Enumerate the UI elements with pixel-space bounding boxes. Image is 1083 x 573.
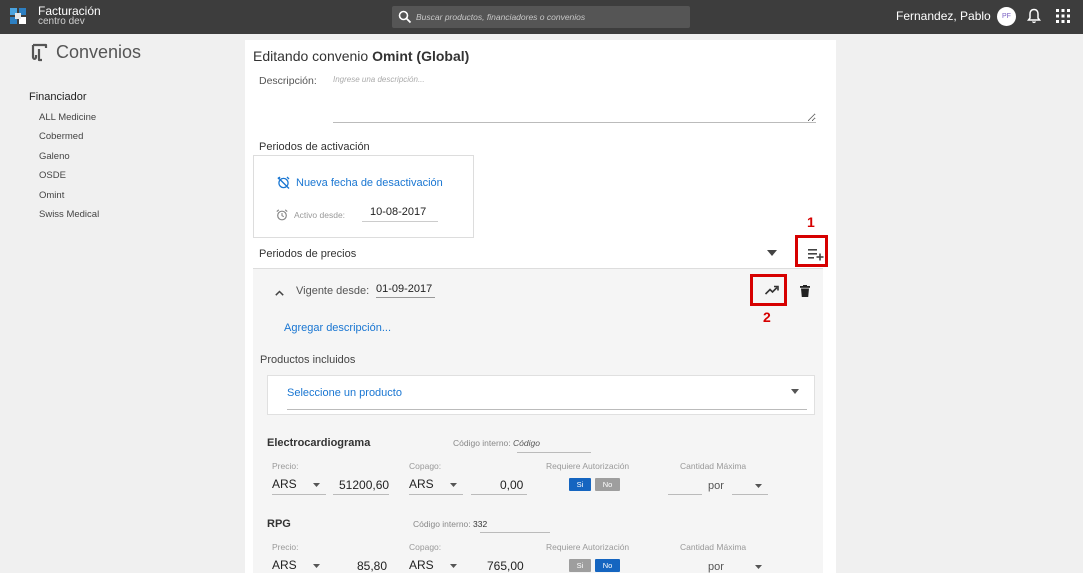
- copago-underline: [471, 494, 527, 495]
- autorizacion-label: Requiere Autorización: [546, 542, 630, 552]
- financiador-item[interactable]: Omint: [39, 188, 99, 207]
- prices-heading: Periodos de precios: [259, 248, 357, 260]
- title-convenio-name: Omint (Global): [372, 48, 470, 64]
- new-deactivation-label: Nueva fecha de desactivación: [296, 176, 443, 189]
- copago-currency-select[interactable]: ARS: [409, 477, 434, 491]
- price-period-panel: Vigente desde: 01-09-2017 2 Agregar desc…: [253, 268, 823, 573]
- por-label: por: [708, 561, 724, 573]
- search-box[interactable]: [392, 6, 690, 28]
- financiador-item[interactable]: Galeno: [39, 149, 99, 168]
- cantidad-label: Cantidad Máxima: [680, 542, 747, 552]
- financiador-item[interactable]: Cobermed: [39, 129, 99, 148]
- por-label: por: [708, 480, 724, 492]
- chevron-down-icon: [791, 389, 799, 394]
- product-select[interactable]: Seleccione un producto: [267, 375, 815, 415]
- user-name[interactable]: Fernandez, Pablo: [896, 9, 991, 23]
- sidebar-title-text: Convenios: [56, 42, 142, 62]
- codigo-label-text: Código interno:: [453, 438, 511, 448]
- financiador-item[interactable]: Swiss Medical: [39, 207, 99, 226]
- search-icon: [398, 10, 412, 24]
- productos-heading: Productos incluidos: [260, 354, 356, 366]
- vigente-date-field[interactable]: 01-09-2017: [376, 283, 436, 298]
- cantidad-underline: [668, 494, 702, 495]
- app-logo-icon[interactable]: [10, 8, 26, 24]
- codigo-label-text: Código interno:: [413, 519, 471, 529]
- activo-date-field[interactable]: 10-08-2017: [362, 206, 438, 222]
- apps-grid-icon[interactable]: [1056, 9, 1070, 23]
- product-select-placeholder: Seleccione un producto: [287, 387, 402, 399]
- vigente-label: Vigente desde:: [296, 285, 370, 297]
- copago-currency-underline: [409, 494, 463, 495]
- app-subtitle: centro dev: [38, 16, 85, 27]
- activation-box: Nueva fecha de desactivación Activo desd…: [253, 155, 474, 238]
- financiador-list: ALL Medicine Cobermed Galeno OSDE Omint …: [39, 110, 99, 226]
- codigo-underline: [517, 452, 591, 453]
- codigo-field[interactable]: 332: [473, 519, 487, 529]
- sidebar-title: Convenios: [30, 42, 141, 63]
- top-bar: Facturación centro dev Fernandez, Pablo …: [0, 0, 1083, 34]
- product-name: RPG: [267, 518, 291, 530]
- chevron-up-icon[interactable]: [275, 290, 284, 296]
- precio-label: Precio:: [272, 542, 299, 552]
- precio-currency-select[interactable]: ARS: [272, 477, 297, 491]
- alarm-off-icon: [277, 176, 290, 189]
- copago-label: Copago:: [409, 461, 442, 471]
- autorizacion-si-button[interactable]: Si: [569, 559, 591, 572]
- precio-label: Precio:: [272, 461, 299, 471]
- page-title: Editando convenio Omint (Global): [253, 48, 469, 64]
- financiador-item[interactable]: OSDE: [39, 168, 99, 187]
- precio-field[interactable]: 51200,60: [339, 478, 389, 492]
- product-name: Electrocardiograma: [267, 437, 371, 449]
- codigo-field[interactable]: Código: [513, 438, 540, 448]
- descripcion-label: Descripción:: [259, 75, 317, 87]
- autorizacion-no-button[interactable]: No: [595, 559, 620, 572]
- copago-label: Copago:: [409, 542, 442, 552]
- financiador-item[interactable]: ALL Medicine: [39, 110, 99, 129]
- precio-underline: [333, 494, 389, 495]
- descripcion-field[interactable]: [333, 75, 816, 123]
- chevron-down-icon[interactable]: [755, 484, 762, 488]
- edit-convenio-card: Editando convenio Omint (Global) Descrip…: [245, 40, 836, 573]
- codigo-label: Código interno: Código: [453, 438, 540, 448]
- activo-label: Activo desde:: [294, 210, 346, 220]
- autorizacion-no-button[interactable]: No: [595, 478, 620, 491]
- chevron-down-icon[interactable]: [313, 564, 320, 568]
- delete-icon[interactable]: [800, 285, 810, 297]
- search-input[interactable]: [416, 9, 684, 25]
- precio-currency-underline: [272, 494, 326, 495]
- activo-desde: Activo desde:: [276, 209, 345, 221]
- alarm-icon: [276, 209, 288, 221]
- copago-currency-select[interactable]: ARS: [409, 558, 434, 572]
- callout-box-2: [750, 274, 787, 306]
- chevron-down-icon[interactable]: [450, 564, 457, 568]
- copago-field[interactable]: 765,00: [487, 559, 524, 573]
- bell-icon[interactable]: [1027, 8, 1041, 24]
- convenios-icon: [31, 43, 48, 62]
- callout-box-1: [795, 235, 828, 267]
- autorizacion-label: Requiere Autorización: [546, 461, 630, 471]
- avatar[interactable]: PF: [997, 7, 1016, 26]
- activation-heading: Periodos de activación: [259, 141, 370, 153]
- select-underline: [287, 409, 807, 410]
- chevron-down-icon[interactable]: [755, 565, 762, 569]
- callout-number-1: 1: [807, 214, 815, 230]
- precio-field[interactable]: 85,80: [357, 559, 387, 573]
- precio-currency-select[interactable]: ARS: [272, 558, 297, 572]
- copago-field[interactable]: 0,00: [500, 478, 523, 492]
- chevron-down-icon[interactable]: [767, 250, 777, 256]
- cantidad-label: Cantidad Máxima: [680, 461, 747, 471]
- financiador-heading: Financiador: [29, 91, 87, 103]
- title-prefix: Editando convenio: [253, 48, 369, 64]
- callout-number-2: 2: [763, 309, 771, 325]
- add-description-link[interactable]: Agregar descripción...: [284, 322, 391, 334]
- codigo-label: Código interno: 332: [413, 519, 487, 529]
- por-select-underline: [732, 494, 768, 495]
- chevron-down-icon[interactable]: [313, 483, 320, 487]
- codigo-underline: [480, 532, 550, 533]
- new-deactivation-link[interactable]: Nueva fecha de desactivación: [277, 176, 443, 189]
- chevron-down-icon[interactable]: [450, 483, 457, 487]
- autorizacion-si-button[interactable]: Si: [569, 478, 591, 491]
